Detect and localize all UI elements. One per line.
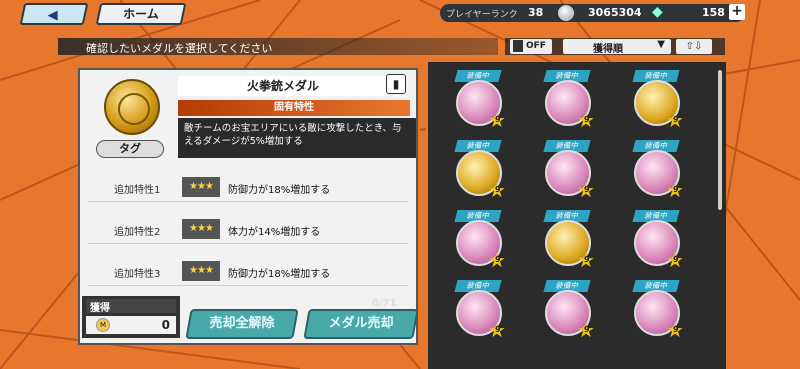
star-level: 9 — [673, 325, 679, 334]
star-level: 9 — [673, 115, 679, 124]
medal-coin-icon: M — [96, 318, 110, 332]
medal-grid-item[interactable]: 装備中 ★ 9 — [630, 70, 688, 130]
gem-value: 158 — [702, 6, 725, 19]
star-level: 9 — [495, 255, 501, 264]
left-arrow-icon: ◀ — [47, 8, 58, 23]
star-level: 9 — [584, 185, 590, 194]
home-button[interactable]: ホーム — [95, 3, 187, 25]
medal-grid-item[interactable]: 装備中 ★ 9 — [630, 280, 688, 340]
rank-value: 38 — [528, 6, 544, 19]
sort-label: 獲得順 — [593, 44, 623, 55]
bookmark-icon[interactable]: ▮ — [386, 74, 406, 94]
star-level: 9 — [673, 185, 679, 194]
star-level: 9 — [584, 325, 590, 334]
medal-grid-item[interactable]: 装備中 ★ 9 — [630, 140, 688, 200]
sort-order-button[interactable]: ⇧⇩ — [676, 39, 712, 54]
star-level: 9 — [673, 255, 679, 264]
home-label: ホーム — [123, 7, 159, 21]
coin-value: 3065304 — [588, 6, 642, 19]
star-level: 9 — [584, 115, 590, 124]
trait-stars: ★★★ — [182, 177, 220, 197]
inherent-trait-desc: 敵チームのお宝エリアにいる敵に攻撃したとき、与えるダメージが5%増加する — [178, 118, 416, 158]
star-level: 9 — [495, 185, 501, 194]
star-level: 9 — [495, 115, 501, 124]
add-gem-button[interactable]: + — [729, 4, 745, 20]
trait-label: 追加特性2 — [114, 227, 161, 238]
sell-medal-button[interactable]: メダル売却 — [303, 309, 419, 339]
medal-grid-item[interactable]: 装備中 ★ 9 — [541, 280, 599, 340]
instruction-strip: 確認したいメダルを選択してください — [58, 38, 498, 55]
trait-desc: 防御力が18%増加する — [228, 269, 331, 280]
rank-label: プレイヤーランク — [446, 10, 518, 20]
trait-label: 追加特性1 — [114, 185, 161, 196]
back-button[interactable]: ◀ — [19, 3, 89, 25]
trait-stars: ★★★ — [182, 219, 220, 239]
medal-grid-item[interactable]: 装備中 ★ 9 — [452, 70, 510, 130]
coin-icon — [558, 5, 574, 21]
player-status-bar: プレイヤーランク 38 3065304 ◆ 158 — [440, 4, 745, 22]
owned-label: 獲得 — [86, 299, 176, 314]
sort-select[interactable]: 獲得順 ▼ — [563, 39, 671, 55]
star-level: 9 — [495, 325, 501, 334]
trait-desc: 防御力が18%増加する — [228, 185, 331, 196]
gem-icon: ◆ — [652, 4, 663, 20]
tag-button[interactable]: タグ — [96, 140, 164, 158]
trait-row: 追加特性2 ★★★ 体力が14%増加する — [88, 214, 408, 244]
sell-count: 0/71 — [372, 298, 397, 309]
owned-value: 0 — [161, 318, 170, 332]
trait-row: 追加特性3 ★★★ 防御力が18%増加する — [88, 256, 408, 286]
grid-scrollbar[interactable] — [718, 70, 722, 210]
favorite-filter-toggle[interactable]: OFF — [510, 39, 552, 54]
medal-grid-item[interactable]: 装備中 ★ 9 — [630, 210, 688, 270]
star-level: 9 — [584, 255, 590, 264]
sell-medal-label: メダル売却 — [328, 316, 394, 331]
medal-grid-item[interactable]: 装備中 ★ 9 — [452, 210, 510, 270]
favorite-toggle-state: OFF — [526, 41, 546, 51]
bookmark-icon — [513, 40, 523, 52]
trait-label: 追加特性3 — [114, 269, 161, 280]
medal-grid-item[interactable]: 装備中 ★ 9 — [541, 210, 599, 270]
trait-desc: 体力が14%増加する — [228, 227, 321, 238]
medal-preview: タグ — [84, 74, 174, 160]
release-all-button[interactable]: 売却全解除 — [185, 309, 299, 339]
inherent-trait-title: 固有特性 — [178, 100, 410, 116]
medal-grid-item[interactable]: 装備中 ★ 9 — [452, 140, 510, 200]
owned-count-box: 獲得 0 — [82, 296, 180, 338]
medal-image — [104, 79, 160, 135]
instruction-text: 確認したいメダルを選択してください — [86, 42, 273, 55]
medal-grid-item[interactable]: 装備中 ★ 9 — [541, 140, 599, 200]
trait-stars: ★★★ — [182, 261, 220, 281]
trait-row: 追加特性1 ★★★ 防御力が18%増加する — [88, 172, 408, 202]
medal-name: 火拳銃メダル — [178, 76, 388, 96]
medal-grid-item[interactable]: 装備中 ★ 9 — [541, 70, 599, 130]
chevron-down-icon: ▼ — [657, 39, 665, 50]
medal-grid-item[interactable]: 装備中 ★ 9 — [452, 280, 510, 340]
release-all-label: 売却全解除 — [209, 316, 275, 331]
